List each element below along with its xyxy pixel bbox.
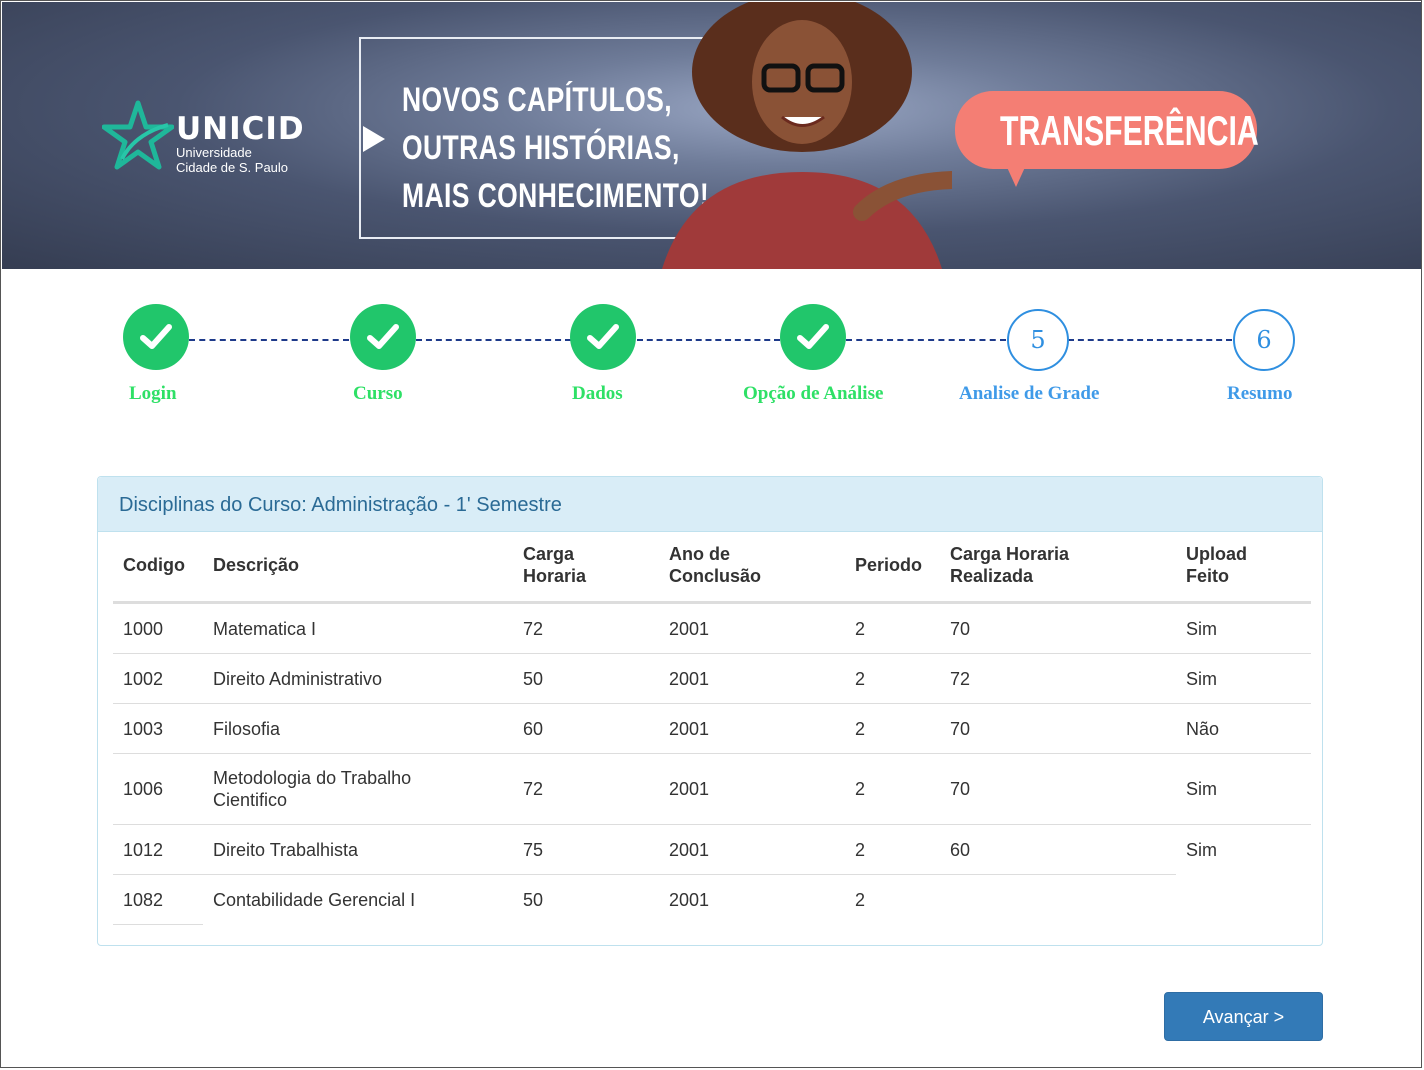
table-row: 1000 Matematica I 72 2001 2 70 Sim bbox=[113, 602, 1311, 654]
cell-codigo: 1006 bbox=[113, 753, 203, 825]
cell-descricao: Filosofia bbox=[203, 703, 513, 754]
table-row: 1003 Filosofia 60 2001 2 70 Não bbox=[113, 703, 1311, 754]
col-periodo: Periodo bbox=[845, 535, 940, 604]
cell-upload: Sim bbox=[1176, 824, 1311, 875]
step-connector bbox=[189, 339, 349, 341]
step-connector bbox=[637, 339, 780, 341]
cell-periodo: 2 bbox=[845, 703, 940, 754]
table-header-row: Codigo Descrição Carga Horaria Ano de Conc… bbox=[113, 535, 1311, 604]
check-icon bbox=[140, 324, 172, 349]
next-button[interactable]: Avançar > bbox=[1164, 992, 1323, 1041]
cell-upload: Sim bbox=[1176, 753, 1311, 825]
cell-carga: 72 bbox=[513, 602, 659, 654]
progress-stepper: 5 6 Login Curso Dados Opção de Análise A… bbox=[1, 281, 1421, 421]
cell-upload: Não bbox=[1176, 703, 1311, 754]
cell-codigo: 1082 bbox=[113, 874, 203, 925]
logo-subtitle-1: Universidade bbox=[176, 145, 252, 160]
col-upload-feito: Upload Feito bbox=[1176, 535, 1311, 604]
cell-periodo: 2 bbox=[845, 653, 940, 704]
step-login bbox=[123, 304, 189, 370]
col-descricao: Descrição bbox=[203, 535, 513, 604]
table-row: 1082 Contabilidade Gerencial I 50 2001 2 bbox=[113, 874, 1311, 925]
header-banner: UNICID Universidade Cidade de S. Paulo N… bbox=[2, 2, 1421, 269]
cell-periodo: 2 bbox=[845, 824, 940, 875]
cell-carga: 75 bbox=[513, 824, 659, 875]
step-connector bbox=[846, 339, 1006, 341]
cell-upload bbox=[1176, 875, 1311, 925]
logo-brand: UNICID bbox=[176, 111, 305, 147]
check-icon bbox=[367, 324, 399, 349]
step-number: 5 bbox=[1030, 326, 1046, 354]
col-codigo: Codigo bbox=[113, 535, 203, 604]
cell-carga: 50 bbox=[513, 874, 659, 925]
step-dados bbox=[570, 304, 636, 370]
step-resumo: 6 bbox=[1233, 309, 1295, 371]
logo-subtitle-2: Cidade de S. Paulo bbox=[176, 160, 289, 175]
star-logo-icon bbox=[102, 100, 174, 170]
step-label-resumo: Resumo bbox=[1227, 383, 1293, 404]
step-opcao-analise bbox=[780, 304, 846, 370]
cell-upload: Sim bbox=[1176, 602, 1311, 654]
student-photo bbox=[662, 2, 952, 269]
col-carga-horaria: Carga Horaria bbox=[513, 535, 659, 604]
cell-periodo: 2 bbox=[845, 602, 940, 654]
cell-ano: 2001 bbox=[659, 653, 845, 704]
disciplinas-panel: Disciplinas do Curso: Administração - 1'… bbox=[97, 476, 1323, 946]
cell-codigo: 1003 bbox=[113, 703, 203, 754]
cell-codigo: 1012 bbox=[113, 824, 203, 875]
step-connector bbox=[1068, 339, 1232, 341]
cell-descricao: Metodologia do Trabalho Cientifico bbox=[203, 753, 513, 825]
check-icon bbox=[587, 324, 619, 349]
cell-realizada: 72 bbox=[940, 653, 1176, 704]
cell-descricao: Contabilidade Gerencial I bbox=[203, 874, 513, 925]
cell-upload: Sim bbox=[1176, 653, 1311, 704]
table-row: 1012 Direito Trabalhista 75 2001 2 60 Si… bbox=[113, 824, 1311, 875]
cell-ano: 2001 bbox=[659, 602, 845, 654]
table-row: 1002 Direito Administrativo 50 2001 2 72… bbox=[113, 653, 1311, 704]
cell-descricao: Matematica I bbox=[203, 602, 513, 654]
cell-carga: 50 bbox=[513, 653, 659, 704]
step-label-login: Login bbox=[129, 383, 177, 404]
cell-descricao: Direito Administrativo bbox=[203, 653, 513, 704]
table-row: 1006 Metodologia do Trabalho Cientifico 7… bbox=[113, 753, 1311, 825]
cell-codigo: 1002 bbox=[113, 653, 203, 704]
page-frame: UNICID Universidade Cidade de S. Paulo N… bbox=[0, 0, 1422, 1068]
cell-realizada: 70 bbox=[940, 602, 1176, 654]
cell-ano: 2001 bbox=[659, 874, 845, 925]
step-analise-grade: 5 bbox=[1007, 309, 1069, 371]
cell-periodo: 2 bbox=[845, 874, 940, 925]
step-curso bbox=[350, 304, 416, 370]
cell-realizada bbox=[940, 874, 1176, 925]
step-number: 6 bbox=[1256, 326, 1272, 354]
cell-realizada: 60 bbox=[940, 824, 1176, 875]
cell-realizada: 70 bbox=[940, 753, 1176, 825]
bubble-tail bbox=[1006, 165, 1026, 187]
step-connector bbox=[416, 339, 571, 341]
step-label-analise-grade: Analise de Grade bbox=[959, 383, 1100, 404]
play-arrow-icon bbox=[363, 126, 385, 152]
cell-descricao: Direito Trabalhista bbox=[203, 824, 513, 875]
col-ano-conclusao: Ano de Conclusão bbox=[659, 535, 845, 604]
cell-carga: 60 bbox=[513, 703, 659, 754]
transfer-bubble-text: TRANSFERÊNCIA bbox=[1000, 107, 1259, 154]
col-carga-realizada: Carga Horaria Realizada bbox=[940, 535, 1176, 604]
step-label-opcao-analise: Opção de Análise bbox=[743, 383, 884, 404]
disciplinas-table: Codigo Descrição Carga Horaria Ano de Conc… bbox=[113, 535, 1311, 925]
check-icon bbox=[797, 324, 829, 349]
cell-codigo: 1000 bbox=[113, 602, 203, 654]
step-label-curso: Curso bbox=[353, 383, 403, 404]
panel-heading: Disciplinas do Curso: Administração - 1'… bbox=[98, 477, 1322, 532]
cell-ano: 2001 bbox=[659, 753, 845, 825]
cell-ano: 2001 bbox=[659, 824, 845, 875]
step-label-dados: Dados bbox=[572, 383, 623, 404]
cell-realizada: 70 bbox=[940, 703, 1176, 754]
panel-title: Disciplinas do Curso: Administração - 1'… bbox=[119, 494, 562, 516]
cell-ano: 2001 bbox=[659, 703, 845, 754]
unicid-logo: UNICID Universidade Cidade de S. Paulo bbox=[102, 97, 322, 177]
cell-carga: 72 bbox=[513, 753, 659, 825]
cell-periodo: 2 bbox=[845, 753, 940, 825]
